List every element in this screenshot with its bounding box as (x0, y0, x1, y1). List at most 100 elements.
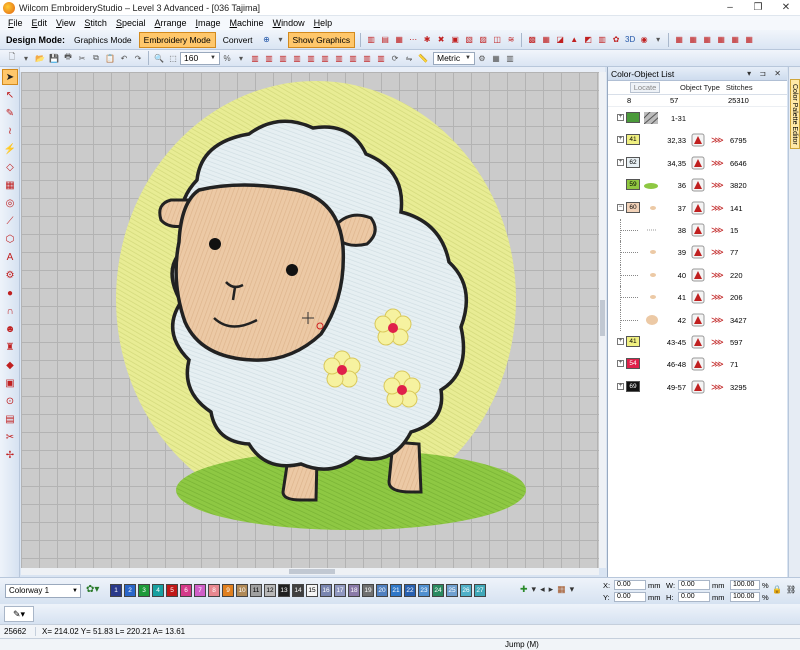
zoom-select[interactable]: 160 ▼ (180, 51, 220, 65)
palette-color-13[interactable]: 13 (278, 584, 290, 597)
measure-icon[interactable]: 📏 (417, 52, 429, 64)
satin-tool-icon[interactable]: ⚡ (2, 141, 18, 157)
palette-color-5[interactable]: 5 (166, 584, 178, 597)
palette-color-14[interactable]: 14 (292, 584, 304, 597)
zigzag-icon[interactable]: ≀ (2, 123, 18, 139)
stitch-view-icon-4[interactable]: ▥ (291, 52, 303, 64)
close-icon[interactable]: ✕ (772, 0, 800, 16)
stitch-view-icon-6[interactable]: ▥ (319, 52, 331, 64)
stitch-player-button[interactable]: ✎▾ (4, 606, 34, 622)
color-palette-editor-tab[interactable]: Color Palette Editor (790, 79, 800, 149)
menu-arrange[interactable]: Arrange (154, 18, 186, 28)
colorway-select[interactable]: Colorway 1 ▼ (5, 584, 81, 598)
zoom-box-icon[interactable]: ⬚ (167, 52, 179, 64)
menu-machine[interactable]: Machine (230, 18, 264, 28)
palette-color-27[interactable]: 27 (474, 584, 486, 597)
stitch-view-icon-10[interactable]: ▥ (375, 52, 387, 64)
effect-icon-1[interactable]: ▩ (526, 34, 538, 46)
color-swatch[interactable]: 69 (626, 380, 640, 392)
new-file-icon[interactable]: 🗋 (6, 52, 18, 64)
palette-color-23[interactable]: 23 (418, 584, 430, 597)
sheep-face[interactable] (174, 183, 346, 362)
stitch-view-icon-5[interactable]: ▥ (305, 52, 317, 64)
effect-icon-5[interactable]: ◩ (582, 34, 594, 46)
zoom-icon[interactable]: 🔍 (153, 52, 165, 64)
expand-toggle-icon[interactable]: + (617, 158, 624, 166)
effect-icon-7[interactable]: ✿ (610, 34, 622, 46)
object-row[interactable]: 40 ⋙ 220 (608, 263, 787, 286)
redo-icon[interactable]: ↷ (132, 52, 144, 64)
link-icon[interactable]: ⛓ (786, 585, 796, 594)
settings-icon-3[interactable]: ▥ (504, 52, 516, 64)
graphics-mode-button[interactable]: Graphics Mode (69, 32, 137, 48)
grid-icon-1[interactable]: ▦ (673, 34, 685, 46)
color-row[interactable]: 59 36 ⋙ 3820 (608, 174, 787, 196)
scroll-thumb[interactable] (289, 569, 335, 574)
menu-help[interactable]: Help (314, 18, 333, 28)
people-icon[interactable]: ☻ (2, 321, 18, 337)
select-arrow-icon[interactable]: ➤ (2, 69, 18, 85)
palette-color-26[interactable]: 26 (460, 584, 472, 597)
stitch-view-icon-9[interactable]: ▥ (361, 52, 373, 64)
diamond-tool-icon[interactable]: ◆ (2, 357, 18, 373)
embroidery-mode-button[interactable]: Embroidery Mode (138, 31, 216, 48)
dropdown-icon[interactable]: ▾ (570, 584, 575, 595)
rotate-icon[interactable]: ⟳ (389, 52, 401, 64)
menu-view[interactable]: View (56, 18, 75, 28)
horizontal-scrollbar[interactable] (21, 568, 599, 575)
expand-toggle-icon[interactable]: + (617, 337, 624, 345)
expand-toggle-icon[interactable]: + (617, 382, 624, 390)
w-field[interactable]: 0.00 (678, 580, 710, 590)
effect-icon-3[interactable]: ◪ (554, 34, 566, 46)
minimize-icon[interactable]: – (716, 0, 744, 16)
palette-color-15[interactable]: 15 (306, 584, 318, 597)
menu-stitch[interactable]: Stitch (84, 18, 107, 28)
grid-icon-4[interactable]: ▦ (715, 34, 727, 46)
effect-icon-2[interactable]: ▦ (540, 34, 552, 46)
color-row[interactable]: +62 34,35 ⋙ 6646 (608, 152, 787, 174)
color-row[interactable]: +54 46-48 ⋙ 71 (608, 353, 787, 375)
print-icon[interactable]: 🖶 (62, 52, 74, 64)
color-swatch[interactable]: 41 (626, 335, 640, 347)
stripes-tool-icon[interactable]: ▤ (2, 411, 18, 427)
menu-edit[interactable]: Edit (32, 18, 48, 28)
effect-icon-8[interactable]: ◉ (638, 34, 650, 46)
w-scale-field[interactable]: 100.00 (730, 580, 760, 590)
cut-tool-icon[interactable]: ✂ (2, 429, 18, 445)
mirror-icon[interactable]: ⇋ (403, 52, 415, 64)
digitize-icon[interactable]: ✎ (2, 105, 18, 121)
palette-color-12[interactable]: 12 (264, 584, 276, 597)
palette-color-4[interactable]: 4 (152, 584, 164, 597)
dropdown-icon[interactable]: ▾ (235, 52, 247, 64)
reshape-icon[interactable]: ↖ (2, 87, 18, 103)
motif-icon[interactable]: ✱ (421, 34, 433, 46)
contour-icon[interactable]: ◫ (491, 34, 503, 46)
cross-icon[interactable]: ✖ (435, 34, 447, 46)
color-row[interactable]: +69 49-57 ⋙ 3295 (608, 376, 787, 398)
color-swatch[interactable]: 41 (626, 134, 640, 146)
grid-icon-2[interactable]: ▦ (687, 34, 699, 46)
stitch-view-icon-3[interactable]: ▥ (277, 52, 289, 64)
object-row[interactable]: 41 ⋙ 206 (608, 286, 787, 309)
stitch-type-icon[interactable]: ▥ (365, 34, 377, 46)
lettering-icon[interactable]: A (2, 249, 18, 265)
save-icon[interactable]: 💾 (48, 52, 60, 64)
dropdown-icon[interactable]: ▾ (20, 52, 32, 64)
fill-icon[interactable]: ▨ (477, 34, 489, 46)
team-icon[interactable]: ♜ (2, 339, 18, 355)
palette-color-18[interactable]: 18 (348, 584, 360, 597)
palette-color-1[interactable]: 1 (110, 584, 122, 597)
color-swatch[interactable]: 54 (626, 358, 640, 370)
undo-icon[interactable]: ↶ (118, 52, 130, 64)
stitch-view-icon-2[interactable]: ▥ (263, 52, 275, 64)
circle-tool-icon[interactable]: ● (2, 285, 18, 301)
grid-icon-5[interactable]: ▦ (729, 34, 741, 46)
color-row[interactable]: +1-31 (608, 107, 787, 129)
column-icon[interactable]: ▧ (463, 34, 475, 46)
scroll-thumb[interactable] (600, 300, 605, 336)
menu-window[interactable]: Window (273, 18, 305, 28)
node-tool-icon[interactable]: ✢ (2, 447, 18, 463)
palette-color-20[interactable]: 20 (376, 584, 388, 597)
show-graphics-button[interactable]: Show Graphics (287, 31, 356, 48)
panel-controls[interactable]: ▾ ⊐ ✕ (747, 69, 784, 78)
